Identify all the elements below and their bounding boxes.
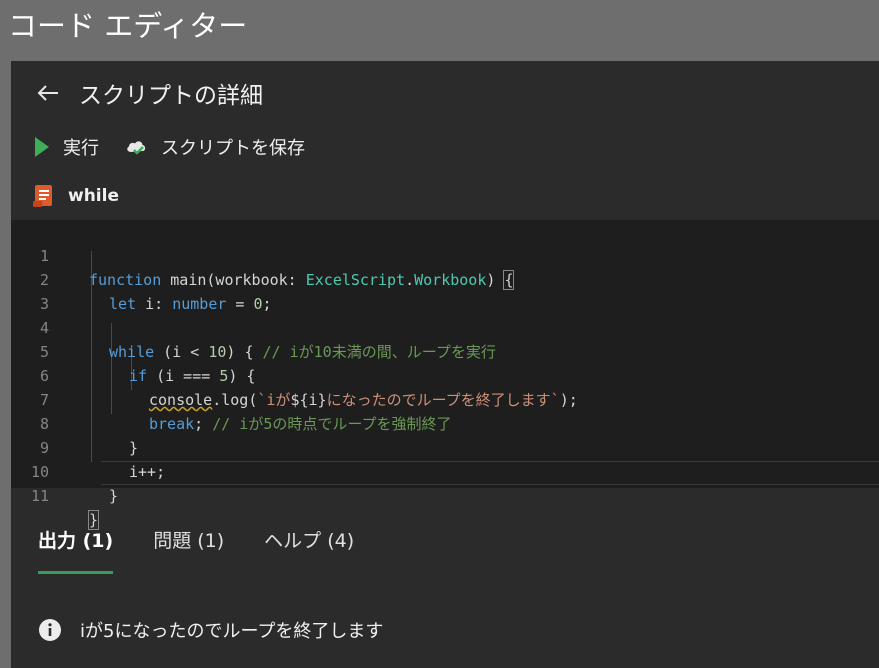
tab-help[interactable]: ヘルプ (4) bbox=[264, 526, 354, 569]
output-tabs: 出力 (1) 問題 (1) ヘルプ (4) bbox=[38, 526, 394, 574]
toolbar: 実行 スクリプトを保存 bbox=[33, 131, 331, 163]
app-title: コード エディター bbox=[8, 9, 248, 43]
save-script-button[interactable]: スクリプトを保存 bbox=[125, 134, 305, 160]
cloud-check-icon bbox=[125, 137, 149, 157]
back-button[interactable] bbox=[33, 78, 63, 108]
code-line: 5 if (i === 5) { bbox=[11, 316, 879, 385]
output-message: iが5になったのでループを終了します bbox=[38, 617, 383, 643]
code-line: 7 break; // iが5の時点でループを強制終了 bbox=[11, 364, 879, 433]
script-file: while bbox=[33, 181, 119, 211]
script-details-panel: スクリプトの詳細 実行 スクリプトを保存 while 1 function ma… bbox=[11, 61, 879, 668]
output-text: iが5になったのでループを終了します bbox=[80, 621, 384, 642]
tab-output[interactable]: 出力 (1) bbox=[38, 526, 114, 574]
tab-problems[interactable]: 問題 (1) bbox=[153, 526, 224, 569]
token: } bbox=[109, 487, 119, 505]
code-line: 10 } bbox=[11, 436, 879, 505]
code-line: 4 while (i < 10) { // iが10未満の間、ループを実行 bbox=[11, 292, 879, 361]
code-line: 2 let i: number = 0; bbox=[11, 244, 879, 313]
code-line: 11 } bbox=[11, 460, 879, 530]
code-line: 9 i++; bbox=[11, 412, 879, 481]
play-icon bbox=[33, 136, 51, 158]
code-line: 1 function main(workbook: ExcelScript.Wo… bbox=[11, 220, 879, 290]
header: スクリプトの詳細 bbox=[11, 75, 263, 111]
run-button[interactable]: 実行 bbox=[33, 134, 99, 160]
arrow-left-icon bbox=[37, 85, 58, 101]
page-title: スクリプトの詳細 bbox=[79, 83, 263, 109]
code-line: 6 console.log(`iが${i}になったのでループを終了します`); bbox=[11, 340, 879, 409]
code-line: 8 } bbox=[11, 388, 879, 457]
run-label: 実行 bbox=[63, 138, 99, 159]
info-icon bbox=[39, 619, 61, 641]
code-editor[interactable]: 1 function main(workbook: ExcelScript.Wo… bbox=[11, 220, 879, 530]
script-name: while bbox=[68, 186, 119, 206]
line-number: 11 bbox=[30, 487, 49, 505]
save-script-label: スクリプトを保存 bbox=[161, 138, 305, 159]
code-line: 3 bbox=[11, 268, 879, 313]
script-file-icon bbox=[33, 185, 52, 207]
